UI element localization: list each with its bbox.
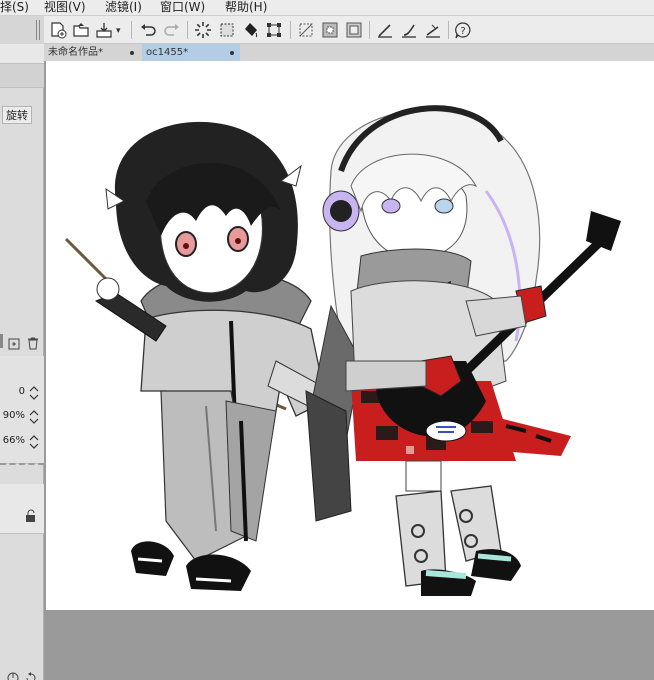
menu-item-select[interactable]: 择(S): [0, 0, 29, 14]
panel-divider: [0, 463, 44, 465]
invert-selection-icon[interactable]: [320, 20, 340, 40]
menu-item-filter[interactable]: 滤镜(I): [105, 0, 142, 14]
rotate-button[interactable]: 旋转: [2, 106, 32, 124]
brush-stabilizer-icon[interactable]: [399, 20, 419, 40]
menu-item-help[interactable]: 帮助(H): [225, 0, 267, 14]
lock-icon[interactable]: [24, 508, 38, 522]
spinner-arrows-icon[interactable]: [29, 409, 39, 425]
canvas-work-area[interactable]: [44, 61, 654, 680]
spinner-arrows-icon[interactable]: [29, 385, 39, 401]
toolbar-separator: [369, 21, 370, 39]
expand-selection-icon[interactable]: [344, 20, 364, 40]
document-tab-bar: 未命名作品* oc1455*: [44, 44, 654, 61]
spinner-value-0[interactable]: 0: [0, 383, 42, 403]
tab-label: 未命名作品*: [48, 47, 103, 58]
artwork-illustration: [64, 105, 621, 596]
new-layer-icon[interactable]: [8, 335, 22, 350]
tab-oc1455[interactable]: oc1455*: [142, 44, 240, 61]
toolbar-separator: [448, 21, 449, 39]
spinner-value-2[interactable]: 66%: [0, 432, 42, 452]
toolbar-separator: [187, 21, 188, 39]
save-icon[interactable]: [94, 20, 114, 40]
delete-layer-icon[interactable]: [26, 335, 40, 350]
loading-icon[interactable]: [193, 20, 213, 40]
clear-selection-icon[interactable]: [296, 20, 316, 40]
tab-label: oc1455*: [146, 47, 189, 58]
right-character-figure: [305, 105, 621, 596]
redo-icon[interactable]: [162, 20, 182, 40]
menu-bar: 择(S) 视图(V) 滤镜(I) 窗口(W) 帮助(H): [0, 0, 654, 16]
toolbar: ▾ ?: [0, 16, 654, 44]
panel-header-strip: [0, 64, 44, 88]
spinner-value-text: 66%: [2, 435, 25, 446]
spinner-value-1[interactable]: 90%: [0, 407, 42, 427]
rotate-view-icon[interactable]: [6, 670, 20, 680]
toolbar-separator: [131, 21, 132, 39]
tab-untitled[interactable]: 未命名作品*: [44, 44, 140, 61]
spinner-value-text: 0: [18, 386, 25, 397]
left-character-figure: [64, 121, 332, 591]
svg-text:?: ?: [460, 26, 465, 37]
left-panel: 旋转 0 90% 66%: [0, 44, 44, 680]
transform-icon[interactable]: [264, 20, 284, 40]
open-folder-icon[interactable]: [71, 20, 91, 40]
menu-item-window[interactable]: 窗口(W): [160, 0, 205, 14]
panel-header: [0, 44, 44, 64]
spinner-value-text: 90%: [2, 410, 25, 421]
tab-close-icon[interactable]: [230, 51, 234, 55]
select-all-icon[interactable]: [217, 20, 237, 40]
toolbar-left-area: [0, 16, 44, 44]
reset-view-icon[interactable]: [24, 670, 38, 680]
tab-close-icon[interactable]: [130, 51, 134, 55]
fill-icon[interactable]: [240, 20, 260, 40]
toolbar-grip[interactable]: [36, 20, 40, 40]
toolbar-separator: [290, 21, 291, 39]
app-window: 择(S) 视图(V) 滤镜(I) 窗口(W) 帮助(H) ▾ ? 旋转 0 90…: [0, 0, 654, 680]
save-dropdown-icon[interactable]: ▾: [116, 26, 121, 36]
spinner-arrows-icon[interactable]: [29, 434, 39, 450]
angle-icon[interactable]: [423, 20, 443, 40]
help-icon[interactable]: ?: [453, 20, 473, 40]
ruler-icon[interactable]: [375, 20, 395, 40]
new-document-icon[interactable]: [48, 20, 68, 40]
menu-item-view[interactable]: 视图(V): [44, 0, 86, 14]
undo-icon[interactable]: [138, 20, 158, 40]
panel-edge: [0, 334, 3, 348]
drawing-canvas[interactable]: [46, 61, 654, 610]
